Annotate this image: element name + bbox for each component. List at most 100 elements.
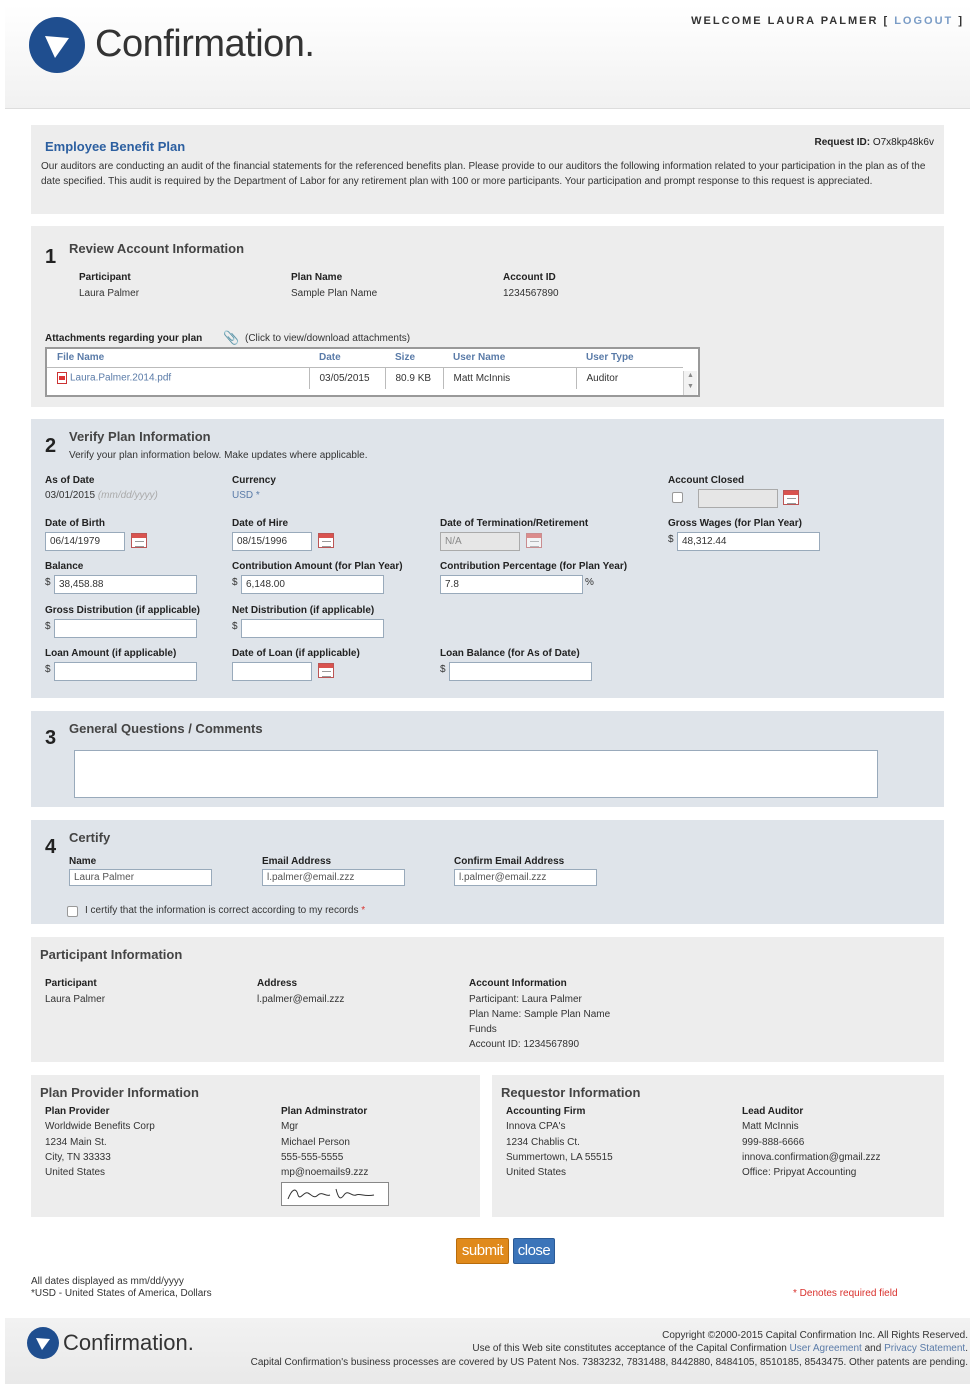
certify-text: I certify that the information is correc…	[85, 905, 366, 916]
participant-info-panel: Participant Information Participant Laur…	[31, 937, 944, 1062]
certify-checkbox[interactable]	[67, 906, 78, 917]
balance-label: Balance	[45, 561, 84, 572]
confirm-email-input[interactable]: l.palmer@email.zzz	[454, 869, 597, 886]
plan-name-label: Plan Name	[291, 272, 343, 283]
table-scrollbar[interactable]: ▲ ▼	[683, 371, 697, 395]
account-info-line: Funds	[469, 1024, 497, 1035]
calendar-icon[interactable]	[318, 533, 334, 548]
dollar-sign: $	[232, 577, 238, 588]
scroll-up-icon[interactable]: ▲	[687, 372, 694, 379]
type-cell: Auditor	[575, 366, 683, 389]
loan-amount-input[interactable]	[54, 662, 197, 681]
dollar-sign: $	[45, 577, 51, 588]
loan-balance-label: Loan Balance (for As of Date)	[440, 648, 580, 659]
section-certify: 4 Certify Name Laura Palmer Email Addres…	[31, 820, 944, 924]
account-id-value: 1234567890	[503, 288, 559, 299]
email-input[interactable]: l.palmer@email.zzz	[262, 869, 405, 886]
section-number: 2	[45, 435, 57, 457]
pdf-icon	[57, 372, 67, 385]
calendar-icon[interactable]	[783, 490, 799, 505]
dob-input[interactable]: 06/14/1979	[45, 532, 125, 551]
hire-label: Date of Hire	[232, 518, 289, 529]
balance-input[interactable]: 38,458.88	[54, 575, 197, 594]
section-title: Requestor Information	[501, 1085, 641, 1100]
hire-input[interactable]: 08/15/1996	[232, 532, 312, 551]
attachments-header-row: File Name Date Size User Name User Type	[47, 349, 683, 367]
as-of-value: 03/01/2015 (mm/dd/yyyy)	[45, 490, 158, 501]
section-title: Participant Information	[40, 947, 183, 962]
net-distribution-label: Net Distribution (if applicable)	[232, 605, 375, 616]
section-title: Plan Provider Information	[40, 1085, 199, 1100]
paperclip-icon: 📎	[223, 330, 240, 345]
provider-line: 1234 Main St.	[45, 1137, 107, 1148]
col-date[interactable]: Date	[309, 349, 385, 367]
currency-value: USD *	[232, 490, 260, 501]
section-title: Certify	[69, 830, 111, 845]
loan-date-input[interactable]	[232, 662, 312, 681]
attachments-hint: (Click to view/download attachments)	[245, 333, 411, 344]
signature-image	[281, 1182, 389, 1206]
account-closed-label: Account Closed	[668, 475, 745, 486]
name-label: Name	[69, 856, 97, 867]
section-title: General Questions / Comments	[69, 721, 263, 736]
address-value: l.palmer@email.zzz	[257, 994, 345, 1005]
name-input[interactable]: Laura Palmer	[69, 869, 212, 886]
auditor-line: 999-888-6666	[742, 1137, 805, 1148]
requestor-panel: Requestor Information Accounting Firm In…	[492, 1075, 944, 1217]
request-id-value: O7x8kp48k6v	[872, 137, 934, 148]
comments-textarea[interactable]	[74, 750, 878, 798]
section-subtitle: Verify your plan information below. Make…	[69, 450, 368, 461]
contribution-percentage-label: Contribution Percentage (for Plan Year)	[440, 561, 628, 572]
submit-button[interactable]: submit	[456, 1238, 509, 1264]
col-user-name[interactable]: User Name	[443, 349, 576, 367]
account-info-line: Participant: Laura Palmer	[469, 994, 582, 1005]
table-row[interactable]: Laura.Palmer.2014.pdf 03/05/2015 80.9 KB…	[47, 366, 683, 389]
page-header: Confirmation. WELCOME LAURA PALMER [ LOG…	[5, 5, 970, 109]
auditor-line: Office: Pripyat Accounting	[742, 1167, 857, 1178]
calendar-icon	[526, 533, 542, 548]
firm-line: 1234 Chablis Ct.	[506, 1137, 580, 1148]
account-info-line: Account ID: 1234567890	[469, 1039, 580, 1050]
col-file-name[interactable]: File Name	[47, 349, 309, 367]
plan-title: Employee Benefit Plan	[45, 139, 186, 154]
confirmation-logo-icon	[29, 17, 85, 73]
firm-line: Innova CPA's	[506, 1121, 566, 1132]
footer-logo-icon	[27, 1327, 59, 1359]
calendar-icon[interactable]	[318, 663, 334, 678]
account-closed-date-input	[698, 489, 778, 508]
address-label: Address	[257, 978, 298, 989]
gross-distribution-input[interactable]	[54, 619, 197, 638]
dates-note: All dates displayed as mm/dd/yyyy	[31, 1276, 184, 1287]
auditor-line: Matt McInnis	[742, 1121, 799, 1132]
privacy-statement-link[interactable]: Privacy Statement	[884, 1343, 965, 1354]
intro-panel: Employee Benefit Plan Request ID: O7x8kp…	[31, 125, 944, 214]
calendar-icon[interactable]	[131, 533, 147, 548]
loan-amount-label: Loan Amount (if applicable)	[45, 648, 177, 659]
section-number: 1	[45, 246, 57, 268]
percent-sign: %	[585, 577, 594, 588]
account-closed-checkbox[interactable]	[672, 492, 683, 503]
gross-wages-input[interactable]: 48,312.44	[677, 532, 820, 551]
plan-name-value: Sample Plan Name	[291, 288, 378, 299]
plan-admin-label: Plan Adminstrator	[281, 1106, 368, 1117]
admin-line: mp@noemails9.zzz	[281, 1167, 369, 1178]
file-link[interactable]: Laura.Palmer.2014.pdf	[70, 373, 171, 384]
footer-logo-text: Confirmation.	[63, 1330, 194, 1355]
plan-provider-label: Plan Provider	[45, 1106, 110, 1117]
contribution-amount-input[interactable]: 6,148.00	[241, 575, 384, 594]
confirm-email-label: Confirm Email Address	[454, 856, 565, 867]
logout-link[interactable]: LOGOUT	[894, 15, 953, 27]
lead-auditor-label: Lead Auditor	[742, 1106, 804, 1117]
user-agreement-link[interactable]: User Agreement	[790, 1343, 862, 1354]
col-size[interactable]: Size	[385, 349, 443, 367]
contribution-percentage-input[interactable]: 7.8	[440, 575, 583, 594]
dollar-sign: $	[45, 664, 51, 675]
net-distribution-input[interactable]	[241, 619, 384, 638]
file-cell[interactable]: Laura.Palmer.2014.pdf	[47, 366, 309, 389]
participant-label: Participant	[79, 272, 131, 283]
account-info-label: Account Information	[469, 978, 567, 989]
col-user-type[interactable]: User Type	[576, 349, 683, 367]
loan-balance-input[interactable]	[449, 662, 592, 681]
close-button[interactable]: close	[513, 1238, 555, 1264]
scroll-down-icon[interactable]: ▼	[687, 383, 694, 390]
